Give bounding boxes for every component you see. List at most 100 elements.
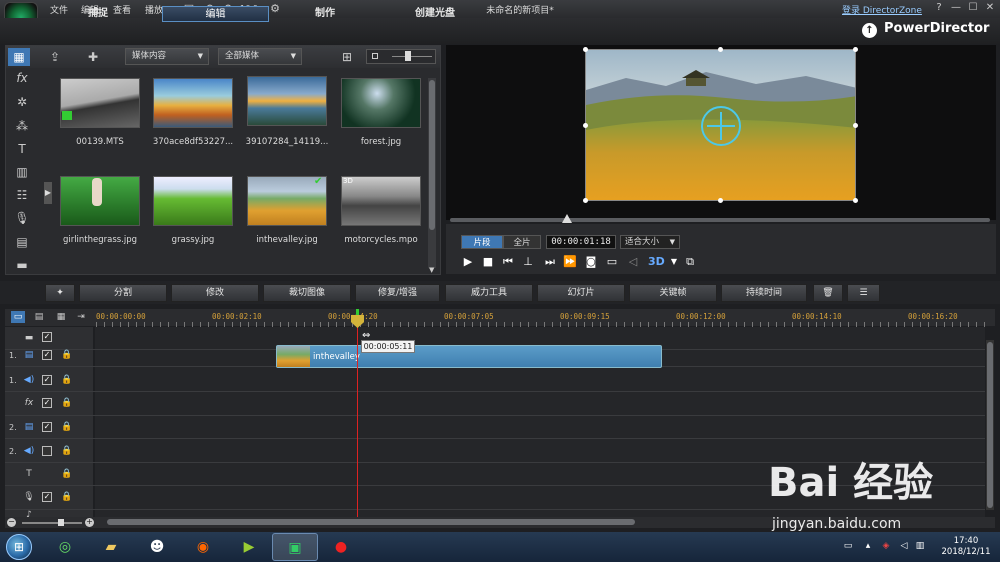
plugin-puzzle-icon[interactable]: ✚ bbox=[82, 48, 104, 66]
lock-icon[interactable]: 🔒 bbox=[61, 469, 72, 479]
resize-handle[interactable] bbox=[718, 198, 723, 203]
duration-button[interactable]: 持续时间 bbox=[721, 284, 807, 302]
360-browser-icon[interactable]: ◎ bbox=[42, 533, 88, 561]
delete-trash-icon[interactable]: 🗑 bbox=[813, 284, 843, 302]
scroll-down-icon[interactable]: ▼ bbox=[429, 266, 437, 274]
stop-icon[interactable]: ■ bbox=[480, 255, 496, 269]
chevron-down-icon[interactable]: ▼ bbox=[666, 255, 682, 269]
seek-bar[interactable] bbox=[450, 218, 990, 222]
audio-mixing-icon[interactable]: ☷ bbox=[12, 187, 32, 203]
resize-handle[interactable] bbox=[583, 47, 588, 52]
qq-icon[interactable]: ☻ bbox=[134, 533, 180, 561]
timeline-view-icon[interactable]: ▭ bbox=[11, 311, 25, 323]
resize-handle[interactable] bbox=[853, 198, 858, 203]
media-thumb-00139[interactable] bbox=[60, 78, 140, 128]
slider-knob[interactable] bbox=[405, 51, 411, 61]
transition-room-icon[interactable]: ▥ bbox=[12, 164, 32, 180]
maximize-button[interactable]: ☐ bbox=[967, 2, 979, 14]
media-room-icon[interactable]: ▦ bbox=[8, 48, 30, 66]
firefox-icon[interactable]: ◉ bbox=[180, 533, 226, 561]
settings-gear-icon[interactable]: ⚙ bbox=[268, 2, 282, 15]
play-icon[interactable]: ▶ bbox=[460, 255, 476, 269]
fast-forward-icon[interactable]: ⏩ bbox=[562, 255, 578, 269]
track-enable-checkbox[interactable]: ✓ bbox=[42, 350, 52, 360]
modify-button[interactable]: 修改 bbox=[171, 284, 259, 302]
fit-size-dropdown[interactable]: 适合大小 ▼ bbox=[620, 235, 680, 249]
zoom-slider-knob[interactable] bbox=[58, 519, 64, 526]
import-media-icon[interactable]: ⇪ bbox=[44, 48, 66, 66]
tab-capture[interactable]: 捕捉 bbox=[50, 6, 146, 22]
lock-icon[interactable]: 🔒 bbox=[61, 398, 72, 408]
screen-recorder-icon[interactable]: ● bbox=[318, 533, 364, 561]
security-tray-icon[interactable]: ◈ bbox=[880, 541, 892, 553]
voice-record-icon[interactable]: 🎙 bbox=[12, 210, 32, 226]
seek-knob[interactable] bbox=[562, 214, 572, 223]
subtitle-room-icon[interactable]: ▬ bbox=[12, 257, 32, 273]
media-thumb-motorcycles[interactable] bbox=[341, 176, 421, 226]
lock-icon[interactable]: 🔒 bbox=[61, 422, 72, 432]
fx-room-icon[interactable]: fx bbox=[12, 70, 32, 86]
track-manager-icon[interactable]: ▦ bbox=[54, 311, 68, 323]
tab-edit[interactable]: 编辑 bbox=[162, 6, 269, 22]
resize-handle[interactable] bbox=[718, 47, 723, 52]
magic-tools-icon[interactable]: ✦ bbox=[45, 284, 75, 302]
resize-handle[interactable] bbox=[583, 123, 588, 128]
playhead-line[interactable] bbox=[357, 320, 358, 517]
system-clock[interactable]: 17:40 2018/12/11 bbox=[936, 536, 996, 558]
media-thumb-forest[interactable] bbox=[341, 78, 421, 128]
timeline-vertical-scroll-thumb[interactable] bbox=[987, 342, 993, 508]
track-enable-checkbox[interactable]: ✓ bbox=[42, 375, 52, 385]
resize-handle[interactable] bbox=[853, 123, 858, 128]
powerdirector-taskbar-icon[interactable]: ▣ bbox=[272, 533, 318, 561]
timeline-horizontal-scroll-thumb[interactable] bbox=[107, 519, 635, 525]
all-media-dropdown[interactable]: 全部媒体 ▼ bbox=[218, 48, 302, 65]
tab-create-disc[interactable]: 创建光盘 bbox=[400, 6, 470, 22]
lock-icon[interactable]: 🔒 bbox=[61, 350, 72, 360]
pip-objects-icon[interactable]: ✲ bbox=[12, 94, 32, 110]
media-thumb-370ace[interactable] bbox=[153, 78, 233, 128]
3d-mode-button[interactable]: 3D bbox=[648, 254, 668, 269]
zoom-in-icon[interactable]: + bbox=[85, 518, 94, 527]
close-button[interactable]: ✕ bbox=[984, 2, 996, 14]
volume-tray-icon[interactable]: ◁ bbox=[898, 541, 910, 553]
collapse-panel-arrow-icon[interactable]: ▶ bbox=[44, 182, 52, 204]
track-enable-checkbox[interactable]: ✓ bbox=[42, 398, 52, 408]
title-room-icon[interactable]: T bbox=[12, 141, 32, 157]
track-enable-checkbox[interactable]: ✓ bbox=[42, 422, 52, 432]
track-enable-checkbox[interactable] bbox=[42, 446, 52, 456]
lock-icon[interactable]: 🔒 bbox=[61, 446, 72, 456]
file-explorer-icon[interactable]: ▰ bbox=[88, 533, 134, 561]
grid-view-icon[interactable]: ⊞ bbox=[336, 48, 358, 66]
storyboard-view-icon[interactable]: ▤ bbox=[32, 311, 46, 323]
media-content-dropdown[interactable]: 媒体内容 ▼ bbox=[125, 48, 209, 65]
fit-timeline-icon[interactable]: ⇥ bbox=[74, 311, 88, 323]
particle-room-icon[interactable]: ⁂ bbox=[12, 118, 32, 134]
camera-snapshot-icon[interactable]: ◙ bbox=[583, 255, 599, 269]
movie-mode-button[interactable]: 全片 bbox=[503, 235, 541, 249]
more-features-icon[interactable]: ☰ bbox=[847, 284, 880, 302]
split-button[interactable]: 分割 bbox=[79, 284, 167, 302]
resize-handle[interactable] bbox=[853, 47, 858, 52]
minimize-button[interactable]: — bbox=[950, 2, 962, 14]
media-thumb-39107284[interactable] bbox=[247, 76, 327, 126]
undock-preview-icon[interactable]: ⧉ bbox=[682, 255, 698, 269]
media-thumb-grassy[interactable] bbox=[153, 176, 233, 226]
network-tray-icon[interactable]: ▥ bbox=[914, 541, 926, 553]
previous-frame-icon[interactable]: ⏮ bbox=[500, 255, 516, 269]
volume-icon[interactable]: ◁ bbox=[625, 255, 641, 269]
power-tools-button[interactable]: 威力工具 bbox=[445, 284, 533, 302]
help-button[interactable]: ? bbox=[933, 2, 945, 14]
zoom-out-icon[interactable]: − bbox=[7, 518, 16, 527]
upload-icon[interactable]: ↑ bbox=[862, 23, 877, 38]
fix-enhance-button[interactable]: 修复/增强 bbox=[355, 284, 440, 302]
clip-mode-button[interactable]: 片段 bbox=[461, 235, 503, 249]
tab-produce[interactable]: 制作 bbox=[290, 6, 360, 22]
keyboard-tray-icon[interactable]: ▭ bbox=[842, 541, 854, 553]
all-tracks-checkbox[interactable]: ✓ bbox=[42, 332, 52, 342]
slideshow-button[interactable]: 幻灯片 bbox=[537, 284, 625, 302]
preview-frame[interactable] bbox=[585, 49, 856, 201]
timecode-display[interactable]: 00:00:01:18 bbox=[546, 235, 616, 249]
start-button-icon[interactable]: ⊞ bbox=[6, 534, 32, 560]
keyframe-button[interactable]: 关键帧 bbox=[629, 284, 717, 302]
signin-link[interactable]: 登录 DirectorZone bbox=[842, 3, 922, 16]
